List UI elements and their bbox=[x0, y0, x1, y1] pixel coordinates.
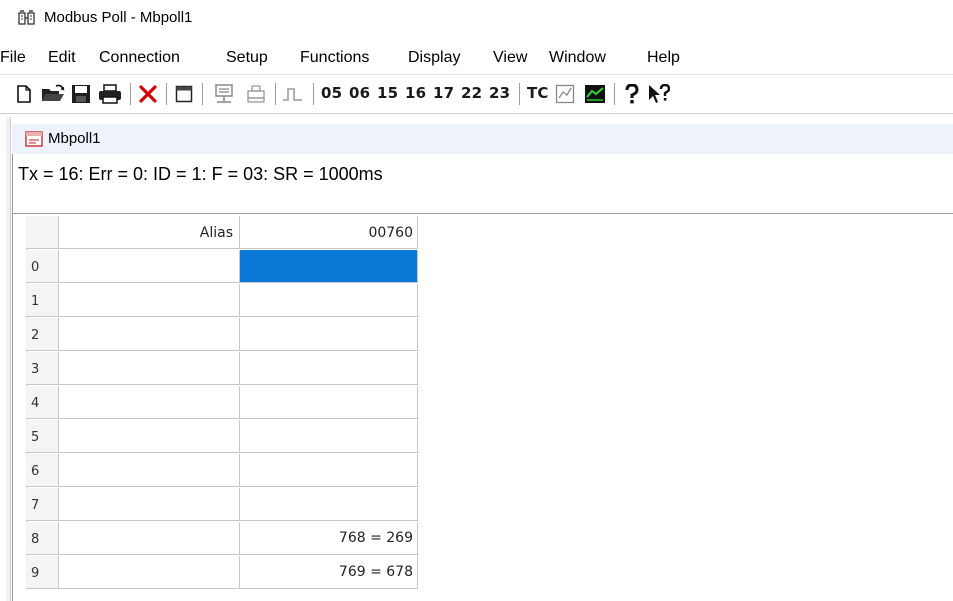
alias-cell[interactable] bbox=[59, 454, 240, 487]
fc-23-button[interactable]: 23 bbox=[489, 84, 510, 102]
fc-05-button[interactable]: 05 bbox=[321, 84, 342, 102]
poll-status-line: Tx = 16: Err = 0: ID = 1: F = 03: SR = 1… bbox=[18, 164, 383, 184]
trend-icon[interactable] bbox=[553, 81, 577, 107]
value-cell-selected[interactable] bbox=[240, 250, 418, 283]
menu-help[interactable]: Help bbox=[647, 49, 680, 67]
row-number: 6 bbox=[26, 454, 59, 487]
fc-15-button[interactable]: 15 bbox=[377, 84, 398, 102]
alias-cell[interactable] bbox=[59, 352, 240, 385]
connect-icon[interactable] bbox=[211, 81, 237, 107]
title-bar: Modbus Poll - Mbpoll1 bbox=[0, 0, 953, 38]
fc-06-button[interactable]: 06 bbox=[349, 84, 370, 102]
pulse-icon[interactable] bbox=[281, 81, 305, 107]
fc-17-button[interactable]: 17 bbox=[433, 84, 454, 102]
menu-edit[interactable]: Edit bbox=[48, 49, 76, 67]
alias-cell[interactable] bbox=[59, 250, 240, 283]
alias-cell[interactable] bbox=[59, 284, 240, 317]
menu-setup[interactable]: Setup bbox=[226, 49, 268, 67]
menu-functions[interactable]: Functions bbox=[300, 49, 369, 67]
row-number: 4 bbox=[26, 386, 59, 419]
value-cell[interactable]: 769 = 678 bbox=[240, 556, 418, 589]
alias-cell[interactable] bbox=[59, 488, 240, 521]
row-number: 3 bbox=[26, 352, 59, 385]
alias-cell[interactable] bbox=[59, 420, 240, 453]
alias-cell[interactable] bbox=[59, 386, 240, 419]
toolbar-separator bbox=[130, 83, 131, 105]
row-number: 0 bbox=[26, 250, 59, 283]
row-number: 5 bbox=[26, 420, 59, 453]
context-help-icon[interactable] bbox=[647, 81, 671, 107]
alias-cell[interactable] bbox=[59, 522, 240, 555]
alias-cell[interactable] bbox=[59, 556, 240, 589]
row-number: 8 bbox=[26, 522, 59, 555]
menu-view[interactable]: View bbox=[493, 49, 527, 67]
menu-bar: File Edit Connection Setup Functions Dis… bbox=[0, 44, 953, 70]
window-icon[interactable] bbox=[173, 81, 195, 107]
value-cell[interactable] bbox=[240, 352, 418, 385]
fc-16-button[interactable]: 16 bbox=[405, 84, 426, 102]
print-icon[interactable] bbox=[97, 81, 123, 107]
value-cell[interactable] bbox=[240, 488, 418, 521]
child-window-titlebar[interactable]: Mbpoll1 bbox=[12, 124, 953, 154]
value-cell[interactable] bbox=[240, 420, 418, 453]
value-cell[interactable] bbox=[240, 386, 418, 419]
document-icon bbox=[25, 131, 43, 147]
row-number: 1 bbox=[26, 284, 59, 317]
toolbar-separator bbox=[166, 83, 167, 105]
toolbar: 05 06 15 16 17 22 23 TC bbox=[0, 74, 953, 114]
row-number: 7 bbox=[26, 488, 59, 521]
value-cell[interactable] bbox=[240, 318, 418, 351]
row-number: 9 bbox=[26, 556, 59, 589]
toolbar-border-top bbox=[0, 74, 953, 75]
menu-file[interactable]: File bbox=[0, 49, 26, 67]
mdi-frame-edge bbox=[6, 117, 11, 601]
save-icon[interactable] bbox=[70, 81, 92, 107]
modbus-app-icon bbox=[18, 10, 36, 26]
value-cell[interactable] bbox=[240, 284, 418, 317]
toolbar-separator bbox=[202, 83, 203, 105]
toolbar-separator bbox=[614, 83, 615, 105]
new-document-icon[interactable] bbox=[14, 81, 34, 107]
open-folder-icon[interactable] bbox=[40, 81, 66, 107]
alias-column-header[interactable]: Alias bbox=[59, 216, 240, 249]
value-cell[interactable]: 768 = 269 bbox=[240, 522, 418, 555]
toolbar-separator bbox=[313, 83, 314, 105]
menu-display[interactable]: Display bbox=[408, 49, 460, 67]
chart-icon[interactable] bbox=[583, 81, 607, 107]
value-cell[interactable] bbox=[240, 454, 418, 487]
window-title: Modbus Poll - Mbpoll1 bbox=[44, 9, 193, 26]
menu-connection[interactable]: Connection bbox=[99, 49, 180, 67]
status-divider bbox=[12, 213, 953, 214]
tc-button[interactable]: TC bbox=[527, 84, 549, 102]
toolbar-separator bbox=[519, 83, 520, 105]
fc-22-button[interactable]: 22 bbox=[461, 84, 482, 102]
delete-icon[interactable] bbox=[137, 81, 159, 107]
toolbar-separator bbox=[275, 83, 276, 105]
toolbar-border-bottom bbox=[0, 113, 953, 114]
about-icon[interactable] bbox=[621, 81, 643, 107]
grid-corner-cell bbox=[26, 216, 59, 249]
child-window-title: Mbpoll1 bbox=[48, 130, 101, 147]
read-write-icon[interactable] bbox=[244, 81, 268, 107]
alias-cell[interactable] bbox=[59, 318, 240, 351]
menu-window[interactable]: Window bbox=[549, 49, 606, 67]
address-column-header[interactable]: 00760 bbox=[240, 216, 418, 249]
row-number: 2 bbox=[26, 318, 59, 351]
